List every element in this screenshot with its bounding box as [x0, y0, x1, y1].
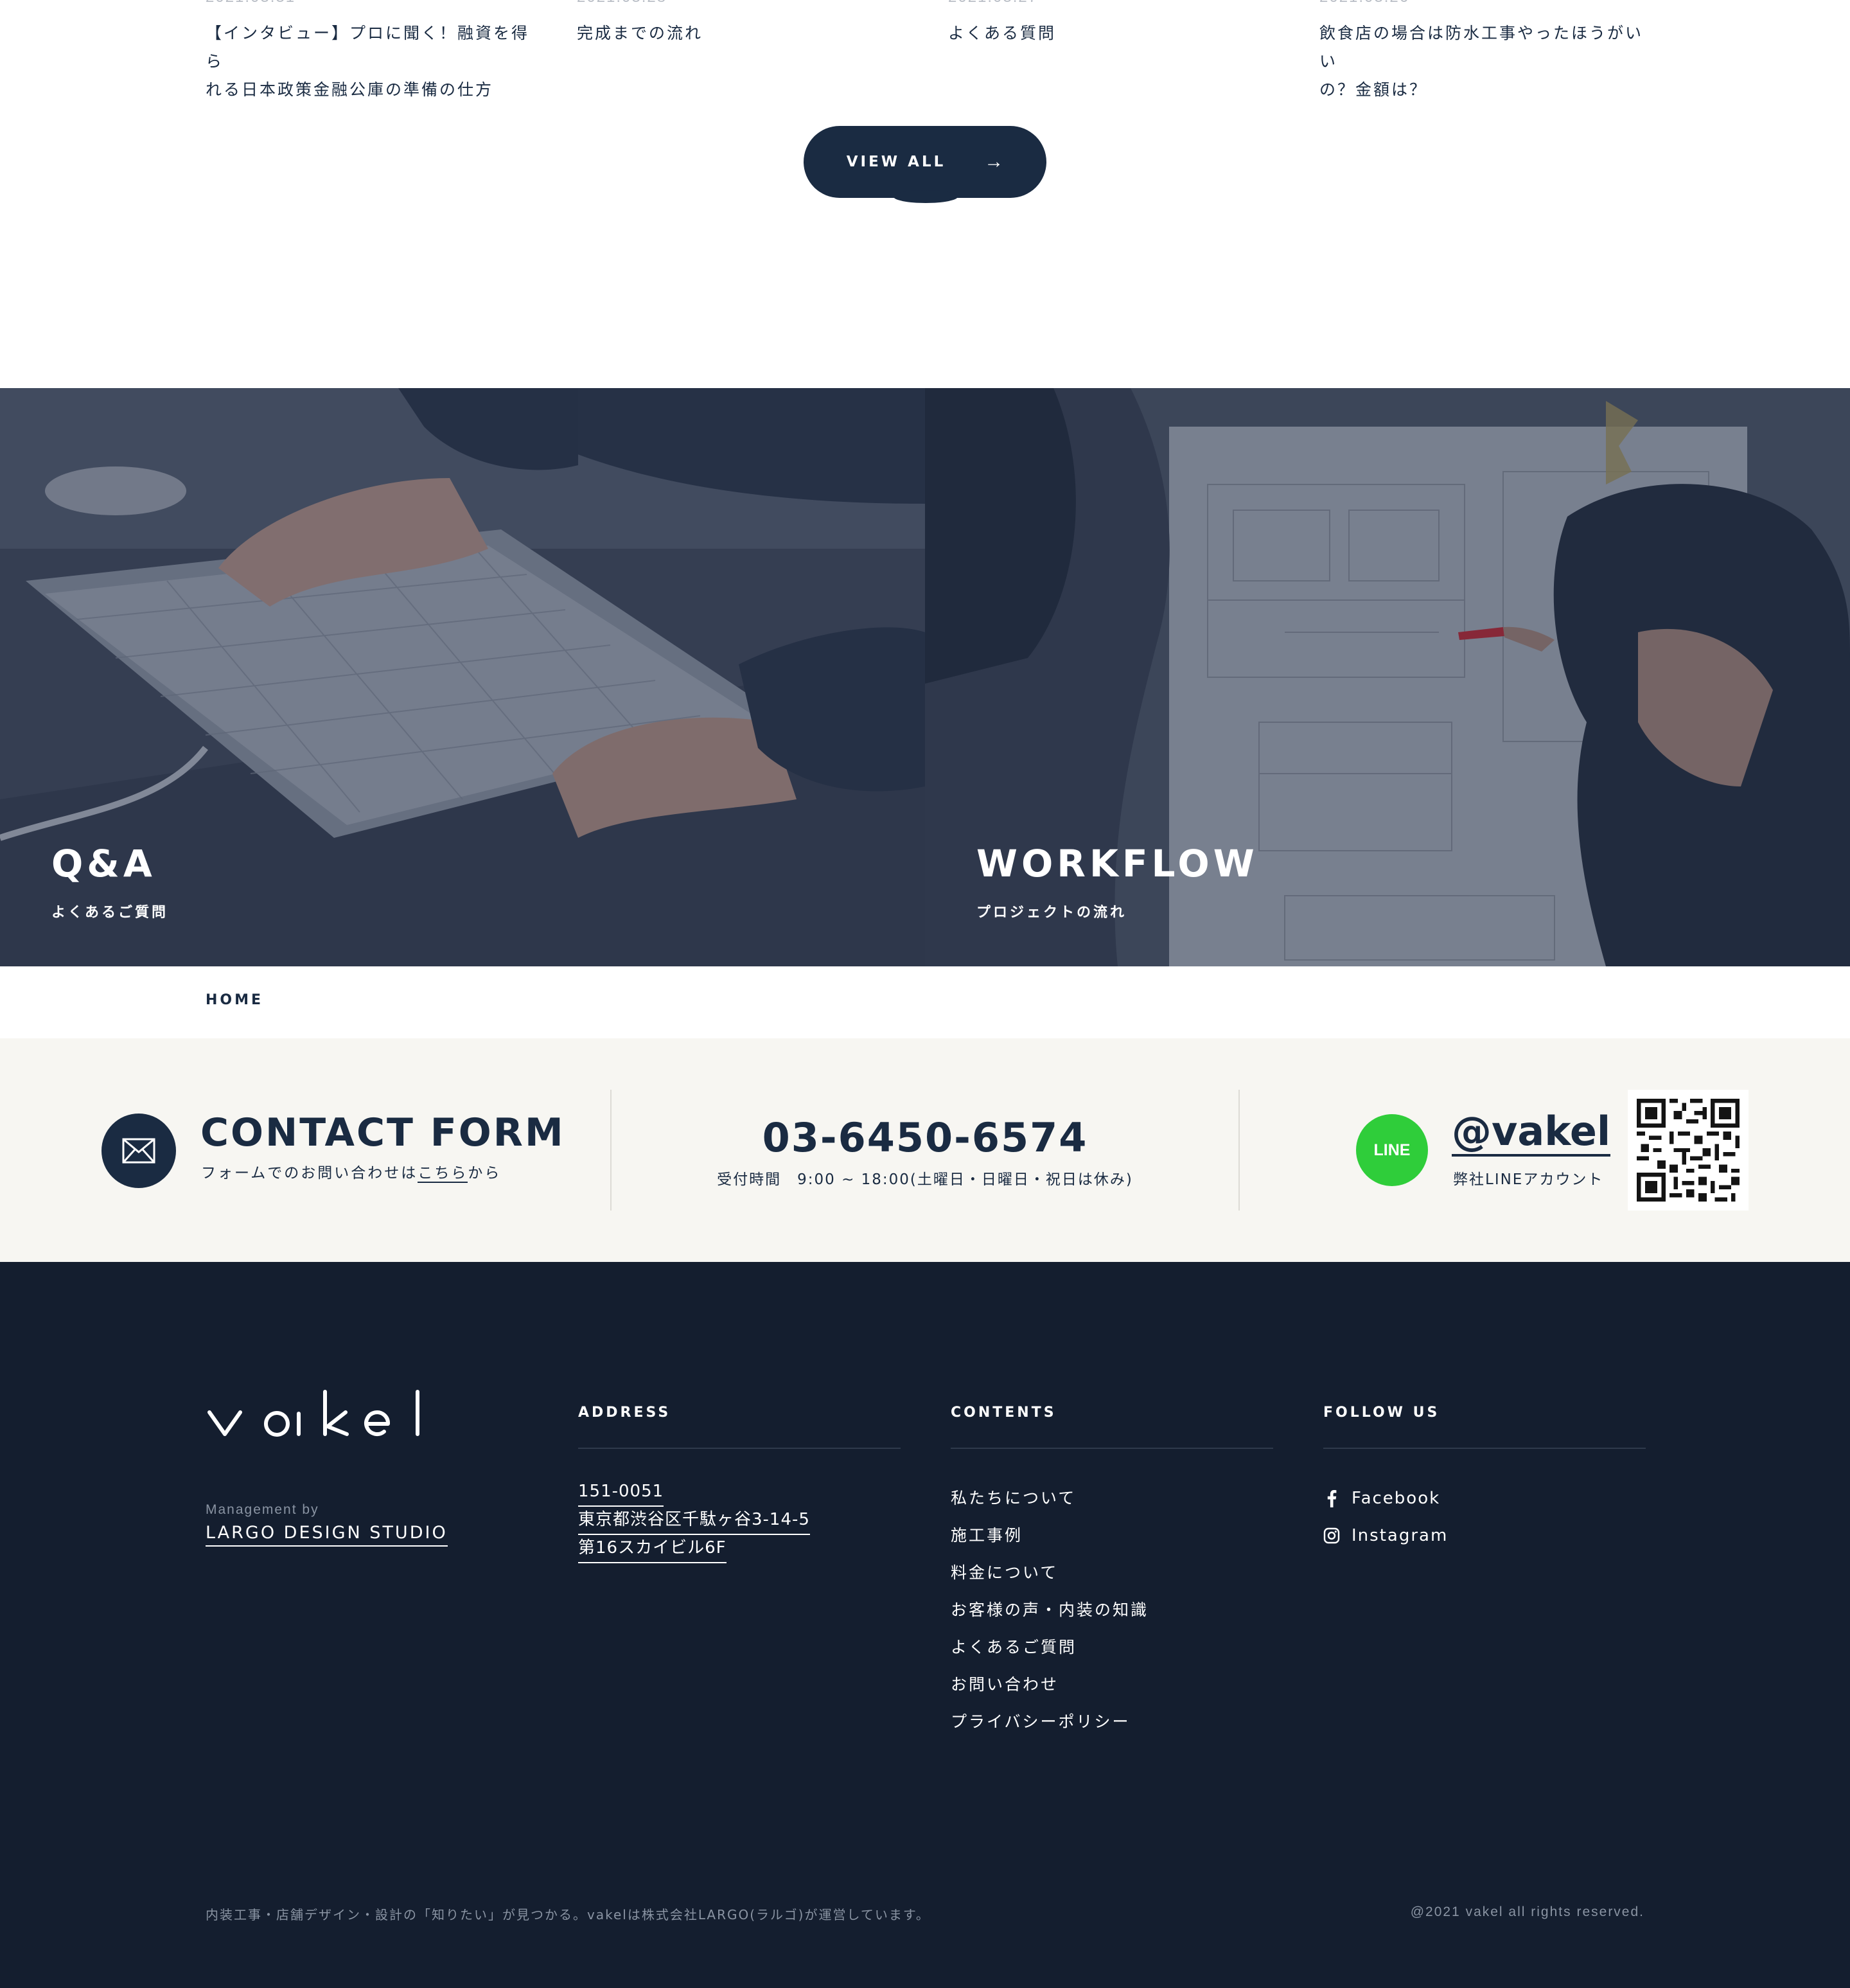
article-date: 2021.03.26: [1319, 0, 1409, 6]
article-list: 2021.03.31 【インタビュー】プロに聞く！融資を得ら れる日本政策金融公…: [0, 0, 1850, 388]
divider: [1323, 1448, 1646, 1449]
vakel-logo[interactable]: [206, 1388, 425, 1440]
qr-code: [1628, 1090, 1749, 1211]
follow-heading: FOLLOW US: [1323, 1405, 1440, 1421]
qa-panel-title: Q&A: [51, 842, 156, 885]
workflow-panel-title: WORKFLOW: [976, 842, 1258, 885]
article-title[interactable]: よくある質問: [948, 19, 1056, 48]
contact-bar: CONTACT FORM フォームでのお問い合わせはこちらから 03-6450-…: [0, 1038, 1850, 1262]
contact-form-text: から: [468, 1165, 502, 1182]
copyright: @2021 vakel all rights reserved.: [1410, 1904, 1644, 1919]
footer-link-privacy[interactable]: プライバシーポリシー: [951, 1703, 1273, 1741]
contact-form-text: フォームでのお問い合わせは: [201, 1165, 418, 1182]
view-all-label: VIEW ALL: [846, 154, 946, 170]
breadcrumb-home-link[interactable]: HOME: [206, 992, 263, 1008]
facebook-label: Facebook: [1352, 1489, 1441, 1508]
contents-heading: CONTENTS: [951, 1405, 1057, 1421]
divider: [578, 1448, 901, 1449]
breadcrumb: HOME: [206, 992, 263, 1008]
article-title-line: よくある質問: [948, 24, 1057, 42]
article-title-line: 【インタビュー】プロに聞く！融資を得ら: [206, 24, 530, 71]
footer-link-about[interactable]: 私たちについて: [951, 1480, 1273, 1517]
footer-link-faq[interactable]: よくあるご質問: [951, 1629, 1273, 1666]
envelope-icon: [122, 1138, 155, 1164]
footer-link-contact[interactable]: お問い合わせ: [951, 1666, 1273, 1703]
footer-link-works[interactable]: 施工事例: [951, 1517, 1273, 1554]
article-title-line: れる日本政策金融公庫の準備の仕方: [206, 80, 494, 99]
address-column: ADDRESS 151-0051 東京都渋谷区千駄ヶ谷3-14-5 第16スカイ…: [578, 1405, 901, 1563]
article-title[interactable]: 完成までの流れ: [577, 19, 703, 48]
vakel-wordmark: [207, 1390, 419, 1437]
largo-design-studio-link[interactable]: LARGO DESIGN STUDIO: [206, 1523, 448, 1547]
line-account-caption: 弊社LINEアカウント: [1453, 1171, 1604, 1188]
instagram-label: Instagram: [1352, 1526, 1449, 1545]
qr-code-icon: [1637, 1099, 1740, 1202]
address-line[interactable]: 151-0051: [578, 1477, 664, 1507]
article-title[interactable]: 【インタビュー】プロに聞く！融資を得ら れる日本政策金融公庫の準備の仕方: [206, 19, 540, 104]
qa-panel-subtitle: よくあるご質問: [51, 905, 169, 921]
contents-column: CONTENTS 私たちについて 施工事例 料金について お客様の声・内装の知識…: [951, 1405, 1273, 1741]
footer-link-voices[interactable]: お客様の声・内装の知識: [951, 1592, 1273, 1629]
phone-number[interactable]: 03-6450-6574: [617, 1114, 1233, 1161]
divider: [951, 1448, 1273, 1449]
address-line[interactable]: 第16スカイビル6F: [578, 1534, 727, 1563]
line-icon[interactable]: LINE: [1356, 1114, 1428, 1186]
workflow-panel-link[interactable]: WORKFLOW プロジェクトの流れ: [925, 388, 1850, 966]
qa-panel-link[interactable]: Q&A よくあるご質問: [0, 388, 925, 966]
management-label: Management by: [206, 1502, 319, 1517]
facebook-icon: [1323, 1490, 1340, 1507]
footer-link-pricing[interactable]: 料金について: [951, 1554, 1273, 1592]
facebook-link[interactable]: Facebook: [1323, 1480, 1646, 1517]
arrow-right-icon: →: [984, 151, 1004, 172]
article-date: 2021.03.31: [206, 0, 295, 6]
workflow-panel-subtitle: プロジェクトの流れ: [976, 905, 1127, 921]
instagram-icon: [1323, 1527, 1340, 1544]
line-account-link[interactable]: @vakel: [1452, 1109, 1611, 1157]
divider: [610, 1090, 612, 1211]
social-links: Facebook Instagram: [1323, 1480, 1646, 1554]
view-all-button[interactable]: VIEW ALL →: [804, 126, 1046, 203]
mail-icon[interactable]: [101, 1114, 176, 1188]
contents-menu: 私たちについて 施工事例 料金について お客様の声・内装の知識 よくあるご質問 …: [951, 1480, 1273, 1741]
address-heading: ADDRESS: [578, 1405, 671, 1421]
contact-form-title[interactable]: CONTACT FORM: [200, 1110, 565, 1155]
business-hours: 受付時間 9:00 ~ 18:00(土曜日・日曜日・祝日は休み): [717, 1171, 1133, 1188]
address-block: 151-0051 東京都渋谷区千駄ヶ谷3-14-5 第16スカイビル6F: [578, 1477, 901, 1563]
article-title-line: 飲食店の場合は防水工事やったほうがいい: [1319, 24, 1644, 71]
article-date: 2021.03.28: [577, 0, 667, 6]
address-line[interactable]: 東京都渋谷区千駄ヶ谷3-14-5: [578, 1505, 810, 1535]
instagram-link[interactable]: Instagram: [1323, 1517, 1646, 1554]
article-date: 2021.03.27: [948, 0, 1038, 6]
site-footer: Management by LARGO DESIGN STUDIO ADDRES…: [0, 1262, 1850, 1988]
article-title-line: の？金額は？: [1319, 80, 1428, 99]
contact-form-link[interactable]: こちら: [418, 1165, 468, 1183]
article-title-line: 完成までの流れ: [577, 24, 703, 42]
footer-note: 内装工事・店舗デザイン・設計の「知りたい」が見つかる。vakelは株式会社LAR…: [206, 1907, 930, 1922]
divider: [1238, 1090, 1240, 1211]
follow-column: FOLLOW US Facebook Instagram: [1323, 1405, 1646, 1554]
contact-form-subtitle: フォームでのお問い合わせはこちらから: [201, 1160, 502, 1183]
article-title[interactable]: 飲食店の場合は防水工事やったほうがいい の？金額は？: [1319, 19, 1653, 104]
